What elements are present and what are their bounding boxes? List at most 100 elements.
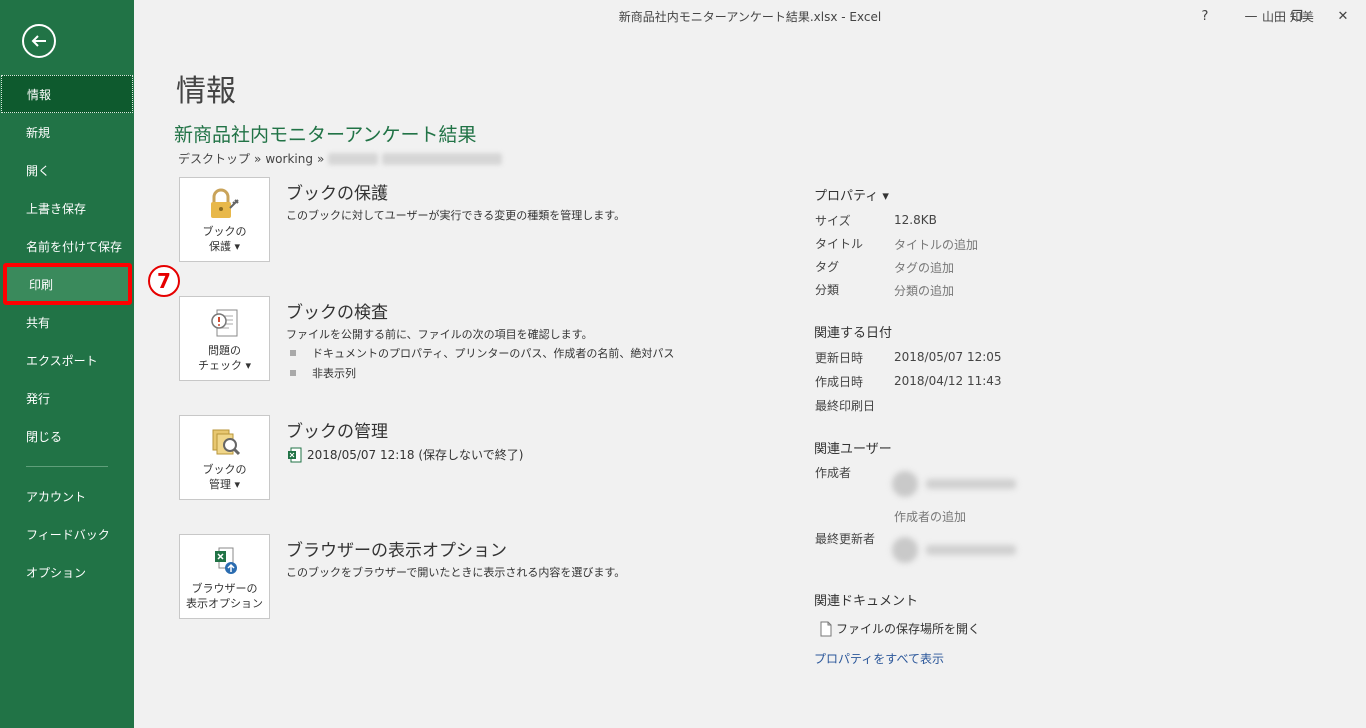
open-file-location-label: ファイルの保存場所を開く bbox=[836, 622, 981, 636]
prop-value-tags[interactable]: タグの追加 bbox=[894, 259, 954, 276]
check-issues-label: 問題の チェック ▾ bbox=[197, 344, 252, 372]
breadcrumb: デスクトップ » working » bbox=[178, 150, 503, 167]
nav-close[interactable]: 閉じる bbox=[0, 417, 134, 455]
document-name: 新商品社内モニターアンケート結果 bbox=[174, 124, 477, 146]
nav-label: 印刷 bbox=[29, 277, 54, 292]
prop-key-tags: タグ bbox=[815, 260, 840, 274]
show-all-properties-link[interactable]: プロパティをすべて表示 bbox=[814, 650, 944, 667]
prop-key-title: タイトル bbox=[815, 237, 864, 251]
protect-description: このブックに対してユーザーが実行できる変更の種類を管理します。 bbox=[286, 209, 626, 222]
related-docs-heading: 関連ドキュメント bbox=[814, 594, 919, 609]
lock-key-icon bbox=[210, 188, 239, 218]
last-modified-by-key: 最終更新者 bbox=[815, 532, 876, 546]
blurred-path bbox=[328, 152, 379, 165]
browser-view-options-button[interactable]: ブラウザーの 表示オプション bbox=[179, 534, 270, 619]
blurred-path bbox=[382, 152, 503, 165]
date-value-modified: 2018/05/07 12:05 bbox=[894, 350, 1002, 364]
window-title: 新商品社内モニターアンケート結果.xlsx - Excel bbox=[618, 10, 882, 24]
step-number-badge: 7 bbox=[148, 265, 180, 297]
excel-file-icon bbox=[288, 447, 302, 462]
prop-value-category[interactable]: 分類の追加 bbox=[894, 282, 954, 299]
document-icon bbox=[820, 621, 832, 636]
manage-workbook-label: ブックの 管理 ▾ bbox=[202, 463, 247, 491]
date-key-modified: 更新日時 bbox=[815, 351, 864, 365]
nav-publish[interactable]: 発行 bbox=[0, 379, 134, 417]
nav-feedback[interactable]: フィードバック bbox=[0, 515, 134, 553]
prop-key-category: 分類 bbox=[815, 283, 840, 297]
inspect-heading: ブックの検査 bbox=[286, 303, 388, 323]
restore-button[interactable]: ❐ bbox=[1286, 5, 1308, 27]
version-entry-text: 2018/05/07 12:18 (保存しないで終了) bbox=[307, 448, 524, 462]
excel-browser-icon bbox=[214, 547, 237, 574]
bullet-text: ドキュメントのプロパティ、プリンターのパス、作成者の名前、絶対パス bbox=[312, 347, 675, 360]
bullet-square-icon bbox=[290, 370, 296, 376]
nav-label: 新規 bbox=[26, 125, 51, 140]
protect-workbook-button[interactable]: ブックの 保護 ▾ bbox=[179, 177, 270, 262]
nav-label: 情報 bbox=[27, 87, 52, 102]
arrow-left-icon bbox=[31, 35, 46, 47]
date-key-printed: 最終印刷日 bbox=[815, 399, 876, 413]
nav-label: 名前を付けて保存 bbox=[26, 239, 123, 254]
nav-label: 閉じる bbox=[26, 429, 63, 444]
breadcrumb-working[interactable]: working bbox=[265, 152, 313, 166]
manage-versions-icon bbox=[212, 429, 240, 456]
nav-save-as[interactable]: 名前を付けて保存 bbox=[0, 227, 134, 265]
check-issues-button[interactable]: 問題の チェック ▾ bbox=[179, 296, 270, 381]
date-key-created: 作成日時 bbox=[815, 375, 864, 389]
backstage-sidebar: 情報 新規 開く 上書き保存 名前を付けて保存 印刷 共有 エクスポート 発行 … bbox=[0, 0, 134, 728]
properties-dropdown[interactable]: プロパティ ▾ bbox=[814, 185, 889, 204]
nav-label: 上書き保存 bbox=[26, 201, 87, 216]
nav-label: 開く bbox=[26, 163, 51, 178]
modifier-avatar-blurred bbox=[892, 535, 1032, 565]
inspect-document-icon bbox=[210, 309, 237, 337]
manage-heading: ブックの管理 bbox=[286, 422, 388, 442]
author-avatar-blurred bbox=[892, 469, 1032, 499]
manage-workbook-button[interactable]: ブックの 管理 ▾ bbox=[179, 415, 270, 500]
nav-label: 共有 bbox=[26, 315, 51, 330]
nav-info[interactable]: 情報 bbox=[1, 75, 133, 113]
nav-label: オプション bbox=[26, 565, 87, 580]
nav-new[interactable]: 新規 bbox=[0, 113, 134, 151]
protect-workbook-label: ブックの 保護 ▾ bbox=[202, 225, 247, 253]
inspect-bullet: ドキュメントのプロパティ、プリンターのパス、作成者の名前、絶対パス bbox=[290, 345, 674, 361]
nav-print[interactable]: 印刷 bbox=[3, 263, 132, 305]
breadcrumb-separator: » bbox=[254, 151, 262, 166]
nav-options[interactable]: オプション bbox=[0, 553, 134, 591]
nav-label: フィードバック bbox=[26, 527, 110, 542]
breadcrumb-separator: » bbox=[316, 151, 325, 166]
minimize-button[interactable]: — bbox=[1240, 5, 1262, 27]
author-key: 作成者 bbox=[815, 466, 852, 480]
nav-share[interactable]: 共有 bbox=[0, 303, 134, 341]
bullet-square-icon bbox=[290, 350, 296, 356]
nav-save[interactable]: 上書き保存 bbox=[0, 189, 134, 227]
help-button[interactable]: ? bbox=[1194, 5, 1216, 27]
bullet-text: 非表示列 bbox=[312, 367, 356, 380]
breadcrumb-desktop[interactable]: デスクトップ bbox=[178, 150, 250, 167]
inspect-description: ファイルを公開する前に、ファイルの次の項目を確認します。 bbox=[286, 328, 593, 341]
add-author-link[interactable]: 作成者の追加 bbox=[894, 508, 966, 525]
version-entry[interactable]: 2018/05/07 12:18 (保存しないで終了) bbox=[288, 446, 523, 463]
inspect-bullet: 非表示列 bbox=[290, 365, 356, 381]
prop-value-title[interactable]: タイトルの追加 bbox=[894, 236, 978, 253]
nav-export[interactable]: エクスポート bbox=[0, 341, 134, 379]
browser-view-options-label: ブラウザーの 表示オプション bbox=[186, 582, 263, 610]
protect-heading: ブックの保護 bbox=[286, 184, 388, 204]
prop-value-size: 12.8KB bbox=[894, 213, 937, 227]
browser-description: このブックをブラウザーで開いたときに表示される内容を選びます。 bbox=[286, 566, 626, 579]
nav-label: エクスポート bbox=[26, 353, 98, 368]
nav-account[interactable]: アカウント bbox=[0, 477, 134, 515]
nav-open[interactable]: 開く bbox=[0, 151, 134, 189]
page-title: 情報 bbox=[176, 74, 236, 109]
open-file-location[interactable]: ファイルの保存場所を開く bbox=[820, 620, 980, 637]
related-dates-heading: 関連する日付 bbox=[814, 326, 893, 341]
nav-divider bbox=[26, 466, 108, 467]
title-bar: 新商品社内モニターアンケート結果.xlsx - Excel 山田 知美 ? — … bbox=[134, 0, 1366, 32]
prop-key-size: サイズ bbox=[815, 214, 851, 228]
date-value-created: 2018/04/12 11:43 bbox=[894, 374, 1002, 388]
nav-label: 発行 bbox=[26, 391, 51, 406]
nav-label: アカウント bbox=[26, 489, 87, 504]
related-users-heading: 関連ユーザー bbox=[814, 442, 892, 457]
close-button[interactable]: ✕ bbox=[1332, 5, 1354, 27]
back-button[interactable] bbox=[22, 24, 56, 58]
browser-heading: ブラウザーの表示オプション bbox=[286, 541, 507, 561]
